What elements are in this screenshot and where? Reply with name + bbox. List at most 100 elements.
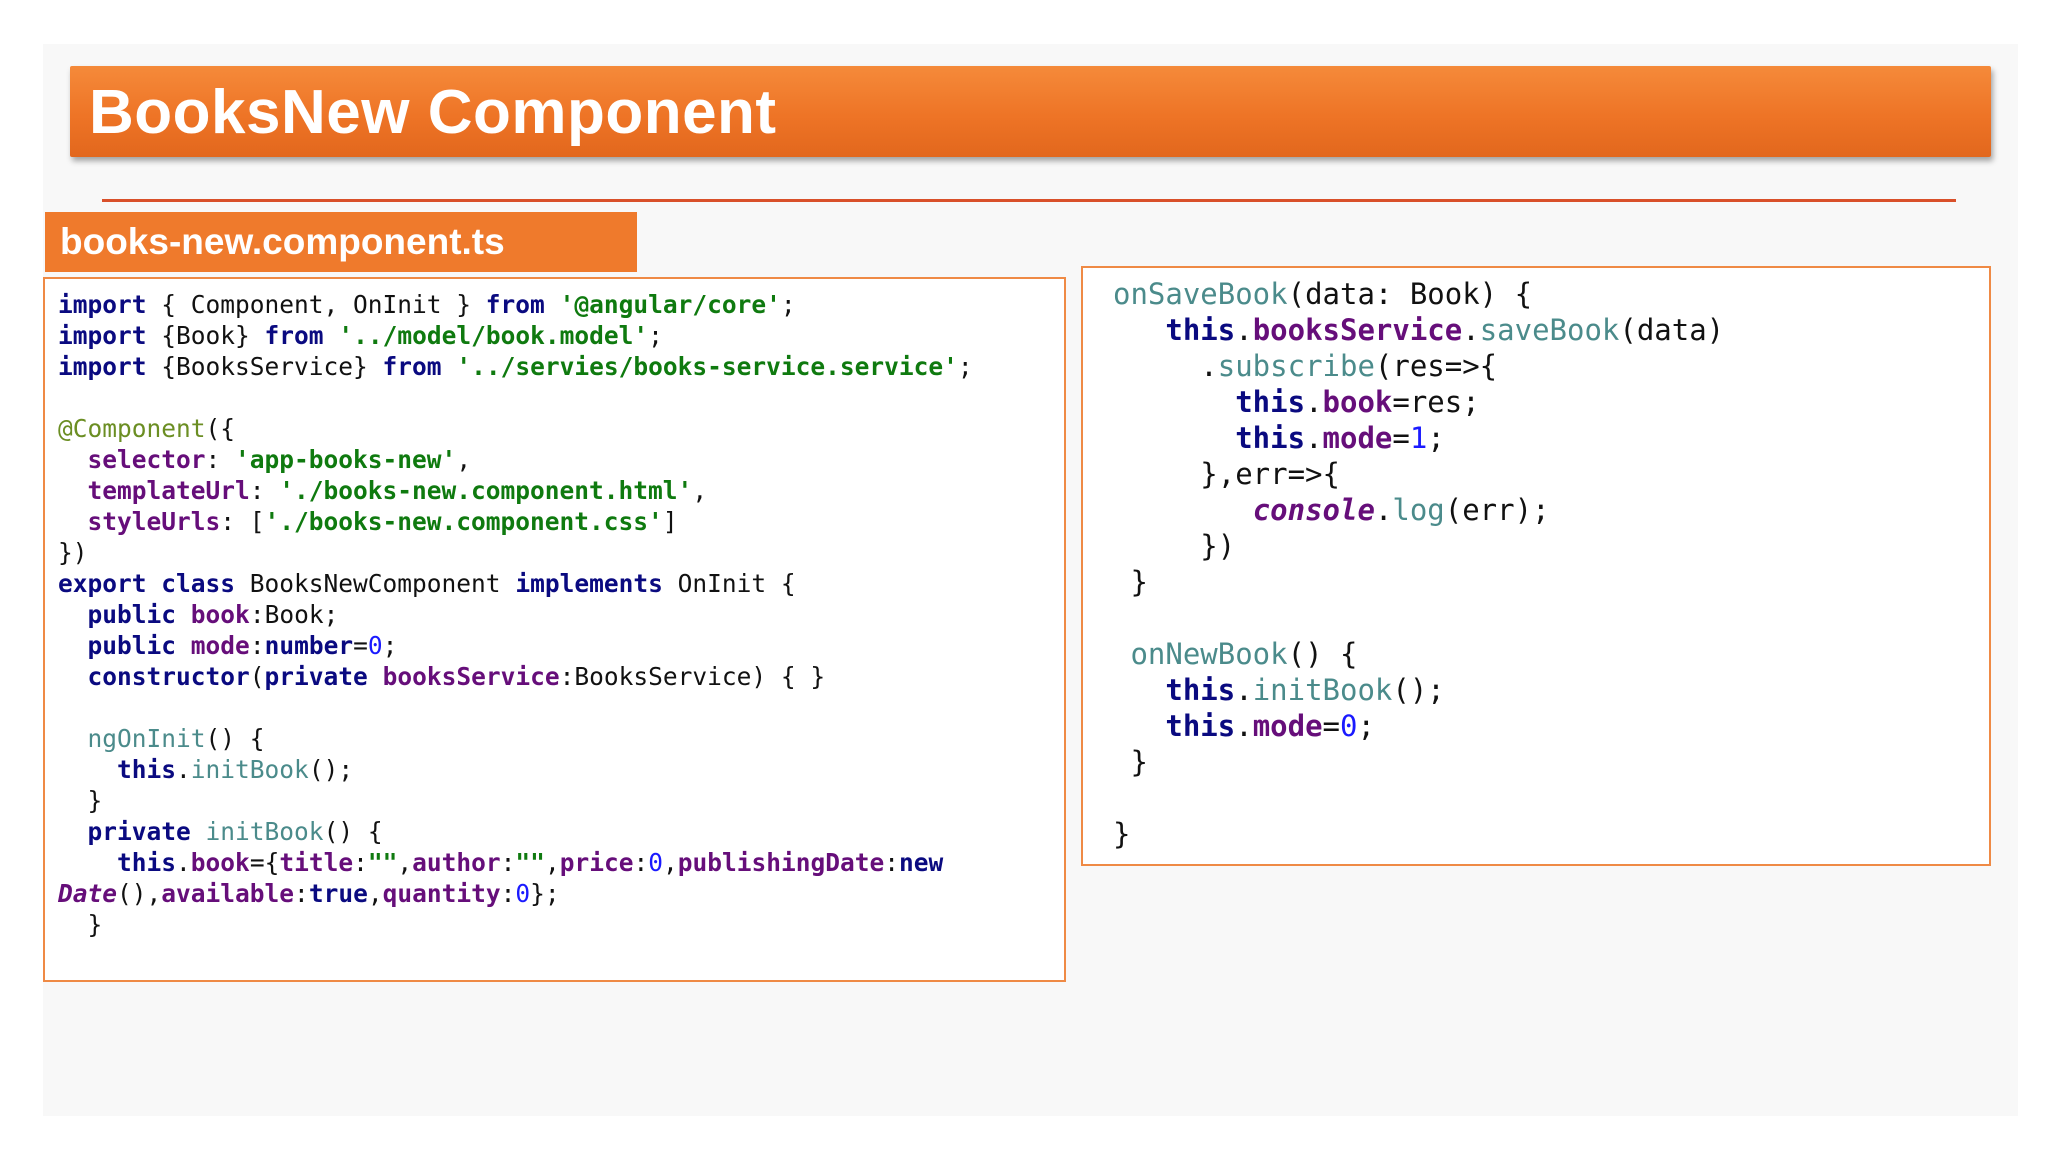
code-token: (err); [1444,493,1550,527]
code-token: , [456,445,472,474]
code-token: import [58,352,147,381]
code-line: private initBook() { [58,816,973,847]
code-token: ; [957,352,973,381]
code-line: this.booksService.saveBook(data) [1113,312,1724,348]
code-token: public [87,600,177,629]
code-token: onNewBook [1130,637,1288,671]
slide: BooksNew Component books-new.component.t… [43,44,2018,1116]
code-line: onNewBook() { [1113,636,1724,672]
code-token: (); [308,755,354,784]
code-token: ] [662,507,678,536]
code-line: export class BooksNewComponent implement… [58,568,973,599]
code-token: initBook [205,817,324,846]
code-token: : [249,631,265,660]
code-token: : [ [220,507,265,536]
code-line: this.mode=0; [1113,708,1724,744]
code-token: (res=>{ [1374,349,1498,383]
code-line: } [58,909,973,940]
code-token: {Book} [146,321,265,350]
code-token: book [190,848,250,877]
code-token: initBook [190,755,309,784]
code-token: from [382,352,442,381]
code-token: available [161,879,295,908]
code-block-right: onSaveBook(data: Book) { this.booksServi… [1113,276,1724,852]
code-token: , [544,848,560,877]
code-panel-right: onSaveBook(data: Book) { this.booksServi… [1081,266,1991,866]
code-token: templateUrl [87,476,250,505]
code-token: price [559,848,634,877]
code-token: . [1305,385,1323,419]
code-token: subscribe [1217,349,1375,383]
code-token: this [1165,673,1236,707]
code-line: .subscribe(res=>{ [1113,348,1724,384]
code-token: ={ [249,848,280,877]
code-token: ( [249,662,265,691]
code-token: this [1165,313,1236,347]
code-token: class [161,569,236,598]
code-line: @Component({ [58,413,973,444]
code-token: ngOnInit [87,724,206,753]
code-token: booksService [382,662,560,691]
code-token: ; [1357,709,1375,743]
code-line: } [1113,816,1724,852]
code-token: ; [382,631,398,660]
code-token: private [264,662,368,691]
code-line: }) [58,537,973,568]
code-token: ; [648,321,663,350]
code-token: this [1165,709,1236,743]
code-token: book [190,600,250,629]
code-token: () { [1287,637,1358,671]
title-bar: BooksNew Component [70,66,1991,157]
code-token: '../servies/books-service.service' [456,352,958,381]
code-line: },err=>{ [1113,456,1724,492]
code-token: quantity [382,879,501,908]
code-token: . [1113,349,1218,383]
code-token: styleUrls [87,507,221,536]
code-line: styleUrls: ['./books-new.component.css'] [58,506,973,537]
code-token: . [1235,709,1253,743]
code-line: ngOnInit() { [58,723,973,754]
code-token: export [58,569,147,598]
code-token: mode [1252,709,1323,743]
code-token: }) [58,538,88,567]
code-line: import {Book} from '../model/book.model'… [58,320,973,351]
code-line: this.book={title:"",author:"",price:0,pu… [58,847,973,878]
code-token: : [249,476,280,505]
code-token: : [884,848,900,877]
code-token: (data: Book) { [1287,277,1533,311]
code-token: = [353,631,368,660]
code-token: ; [780,290,796,319]
code-token: selector [87,445,206,474]
code-token: 0 [515,879,531,908]
code-line: } [1113,744,1724,780]
code-token: onSaveBook [1113,277,1288,311]
code-line: this.initBook(); [1113,672,1724,708]
code-token: title [279,848,354,877]
code-token: from [264,321,324,350]
code-token: implements [515,569,663,598]
code-token: private [87,817,191,846]
code-line: constructor(private booksService:BooksSe… [58,661,973,692]
code-token: from [485,290,545,319]
code-token: 'app-books-new' [235,445,457,474]
code-token: "" [515,848,545,877]
code-token: import [58,321,147,350]
